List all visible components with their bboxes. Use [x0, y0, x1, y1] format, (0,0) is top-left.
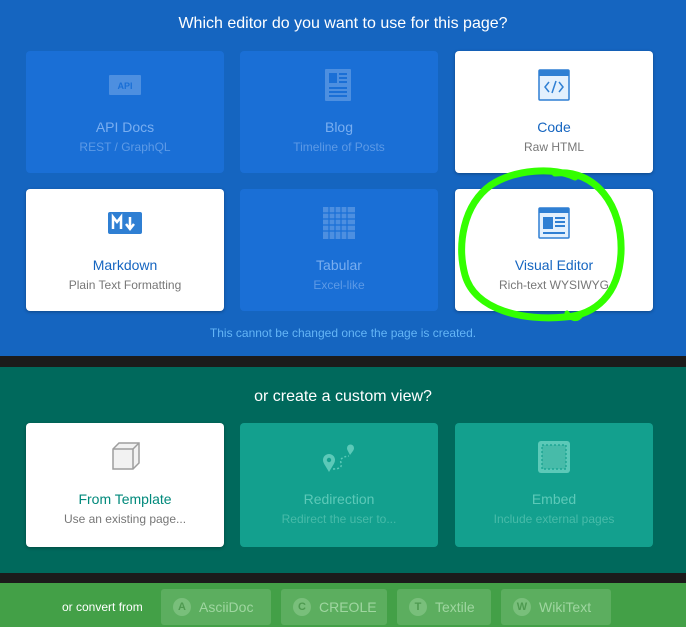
card-subtitle: Timeline of Posts: [293, 140, 385, 154]
card-title: Redirection: [303, 491, 375, 507]
convert-label: or convert from: [62, 600, 143, 614]
card-title: API Docs: [95, 119, 155, 135]
redirection-icon: [323, 444, 354, 472]
blog-icon: [325, 69, 351, 101]
editor-card-visual-editor[interactable]: Visual Editor Rich-text WYSIWYG: [455, 189, 653, 311]
chip-label: WikiText: [539, 599, 592, 615]
api-icon: API: [109, 75, 141, 95]
svg-text:API: API: [117, 81, 132, 91]
editor-card-code[interactable]: Code Raw HTML: [455, 51, 653, 173]
chip-label: CREOLE: [319, 599, 377, 615]
code-icon: [538, 69, 570, 101]
custom-card-embed[interactable]: Embed Include external pages: [455, 423, 653, 547]
chip-label: AsciiDoc: [199, 599, 254, 615]
chip-label: Textile: [435, 599, 475, 615]
convert-chip-wikitext[interactable]: W WikiText: [501, 589, 611, 625]
textile-icon: T: [409, 598, 427, 616]
editor-card-api-docs[interactable]: API API Docs REST / GraphQL: [26, 51, 224, 173]
card-subtitle: Redirect the user to...: [281, 512, 397, 526]
editor-card-blog[interactable]: Blog Timeline of Posts: [240, 51, 438, 173]
card-title: Blog: [324, 119, 354, 135]
editor-heading: Which editor do you want to use for this…: [178, 15, 508, 32]
convert-chip-textile[interactable]: T Textile: [397, 589, 491, 625]
editor-notice: This cannot be changed once the page is …: [209, 326, 477, 340]
wikitext-icon: W: [513, 598, 531, 616]
card-subtitle: Include external pages: [493, 512, 615, 526]
card-title: From Template: [78, 491, 172, 507]
convert-chip-asciidoc[interactable]: A AsciiDoc: [161, 589, 271, 625]
custom-card-redirection[interactable]: Redirection Redirect the user to...: [240, 423, 438, 547]
card-title: Markdown: [92, 257, 158, 273]
embed-icon: [538, 441, 570, 473]
asciidoc-icon: A: [173, 598, 191, 616]
template-icon: [112, 442, 140, 470]
visual-editor-icon: [538, 207, 570, 239]
card-subtitle: Raw HTML: [523, 140, 584, 154]
custom-view-heading: or create a custom view?: [254, 388, 432, 405]
editor-card-markdown[interactable]: Markdown Plain Text Formatting: [26, 189, 224, 311]
card-subtitle: Use an existing page...: [63, 512, 187, 526]
markdown-icon: [108, 212, 142, 234]
card-subtitle: Excel-like: [313, 278, 365, 292]
card-title: Tabular: [316, 257, 362, 273]
creole-icon: C: [293, 598, 311, 616]
card-subtitle: Rich-text WYSIWYG: [498, 278, 609, 292]
card-subtitle: REST / GraphQL: [79, 140, 171, 154]
card-title: Embed: [531, 491, 577, 507]
convert-chip-creole[interactable]: C CREOLE: [281, 589, 387, 625]
card-title: Visual Editor: [514, 257, 594, 273]
table-icon: [323, 207, 355, 239]
card-title: Code: [537, 119, 571, 135]
card-subtitle: Plain Text Formatting: [68, 278, 182, 292]
custom-card-from-template[interactable]: From Template Use an existing page...: [26, 423, 224, 547]
editor-card-tabular[interactable]: Tabular Excel-like: [240, 189, 438, 311]
